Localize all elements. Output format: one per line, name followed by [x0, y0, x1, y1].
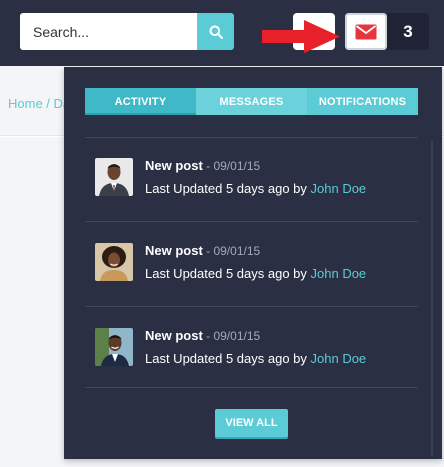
woman-curly-hair-avatar	[95, 243, 133, 281]
notifications-dropdown: ACTIVITY MESSAGES NOTIFICATIONS New post…	[64, 67, 442, 459]
divider	[85, 387, 418, 388]
item-description-text: Last Updated 5 days ago by	[145, 181, 311, 196]
activity-item[interactable]: New post - 09/01/15 Last Updated 5 days …	[95, 158, 415, 198]
activity-item[interactable]: New post - 09/01/15 Last Updated 5 days …	[95, 243, 415, 283]
search-button[interactable]	[197, 13, 234, 50]
author-link[interactable]: John Doe	[311, 181, 367, 196]
divider	[85, 306, 418, 307]
item-description: Last Updated 5 days ago by John Doe	[145, 181, 366, 196]
view-all-button[interactable]: VIEW ALL	[215, 409, 288, 437]
author-link[interactable]: John Doe	[311, 266, 367, 281]
man-in-suit-avatar	[95, 158, 133, 196]
author-link[interactable]: John Doe	[311, 351, 367, 366]
man-outdoors-avatar	[95, 328, 133, 366]
red-arrow-icon	[262, 20, 340, 53]
item-title-label: New post	[145, 328, 203, 343]
item-title-label: New post	[145, 243, 203, 258]
item-title-label: New post	[145, 158, 203, 173]
top-navbar: 3	[0, 0, 444, 66]
item-description-text: Last Updated 5 days ago by	[145, 266, 311, 281]
messages-button[interactable]	[345, 13, 387, 50]
item-title: New post - 09/01/15	[145, 243, 260, 258]
divider	[85, 221, 418, 222]
search-input[interactable]	[20, 13, 197, 50]
search-box	[20, 13, 234, 50]
scrollbar[interactable]	[431, 141, 433, 456]
tab-notifications[interactable]: NOTIFICATIONS	[307, 88, 418, 115]
item-description-text: Last Updated 5 days ago by	[145, 351, 311, 366]
dropdown-tabs: ACTIVITY MESSAGES NOTIFICATIONS	[85, 88, 418, 115]
item-description: Last Updated 5 days ago by John Doe	[145, 351, 366, 366]
item-description: Last Updated 5 days ago by John Doe	[145, 266, 366, 281]
breadcrumb[interactable]: Home / Da	[8, 96, 70, 111]
item-title: New post - 09/01/15	[145, 158, 260, 173]
search-icon	[209, 25, 223, 39]
envelope-icon	[355, 24, 377, 39]
item-date: - 09/01/15	[202, 244, 261, 258]
divider	[85, 137, 418, 138]
item-title: New post - 09/01/15	[145, 328, 260, 343]
tab-messages[interactable]: MESSAGES	[196, 88, 307, 115]
tab-activity[interactable]: ACTIVITY	[85, 88, 196, 115]
notification-count-badge: 3	[387, 13, 429, 50]
activity-item[interactable]: New post - 09/01/15 Last Updated 5 days …	[95, 328, 415, 368]
item-date: - 09/01/15	[202, 329, 261, 343]
item-date: - 09/01/15	[202, 159, 261, 173]
